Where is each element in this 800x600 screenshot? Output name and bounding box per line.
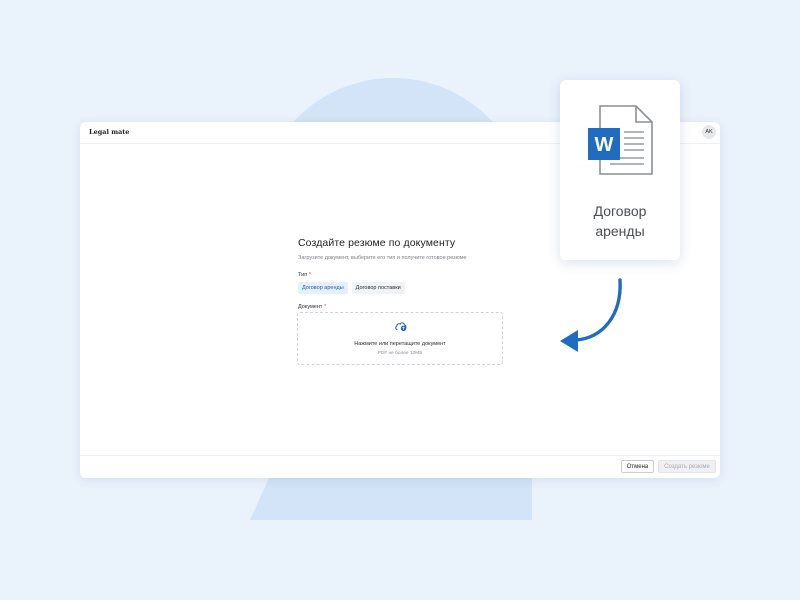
type-label: Тип *	[298, 272, 508, 278]
document-card-name-line2: аренды	[595, 223, 645, 239]
cancel-button[interactable]: Отмена	[621, 460, 654, 473]
type-option-lease[interactable]: Договор аренды	[298, 282, 348, 294]
document-label: Документ *	[298, 304, 508, 310]
footer-bar: Отмена Создать резюме	[80, 455, 720, 478]
type-label-text: Тип	[298, 272, 308, 278]
document-dropzone[interactable]: Нажмите или перетащите документ PDF не б…	[297, 312, 503, 365]
user-avatar[interactable]: AK	[702, 125, 716, 139]
word-document-icon: W	[588, 105, 653, 175]
form-subtitle: Загрузите документ, выберите его тип и п…	[298, 255, 467, 261]
document-card-name-line1: Договор	[593, 203, 647, 219]
app-logo[interactable]: Legal mate	[89, 128, 129, 136]
required-mark: *	[323, 304, 327, 310]
type-options: Договор аренды Договор поставки	[298, 282, 508, 294]
cloud-upload-icon	[395, 322, 407, 331]
document-card-name: Договор аренды	[560, 201, 680, 241]
form-title: Создайте резюме по документу	[298, 237, 456, 249]
dropzone-hint-text: PDF не более 10МБ	[377, 351, 423, 356]
create-summary-button[interactable]: Создать резюме	[658, 460, 716, 473]
word-icon-letter: W	[595, 134, 614, 156]
required-mark: *	[308, 272, 311, 278]
curved-arrow-icon	[560, 278, 622, 352]
summary-form: Создайте резюме по документу Загрузите д…	[298, 237, 508, 310]
document-card: W Договор аренды	[560, 80, 680, 260]
type-option-supply[interactable]: Договор поставки	[351, 282, 405, 294]
dropzone-main-text: Нажмите или перетащите документ	[354, 341, 446, 347]
document-label-text: Документ	[298, 304, 323, 310]
